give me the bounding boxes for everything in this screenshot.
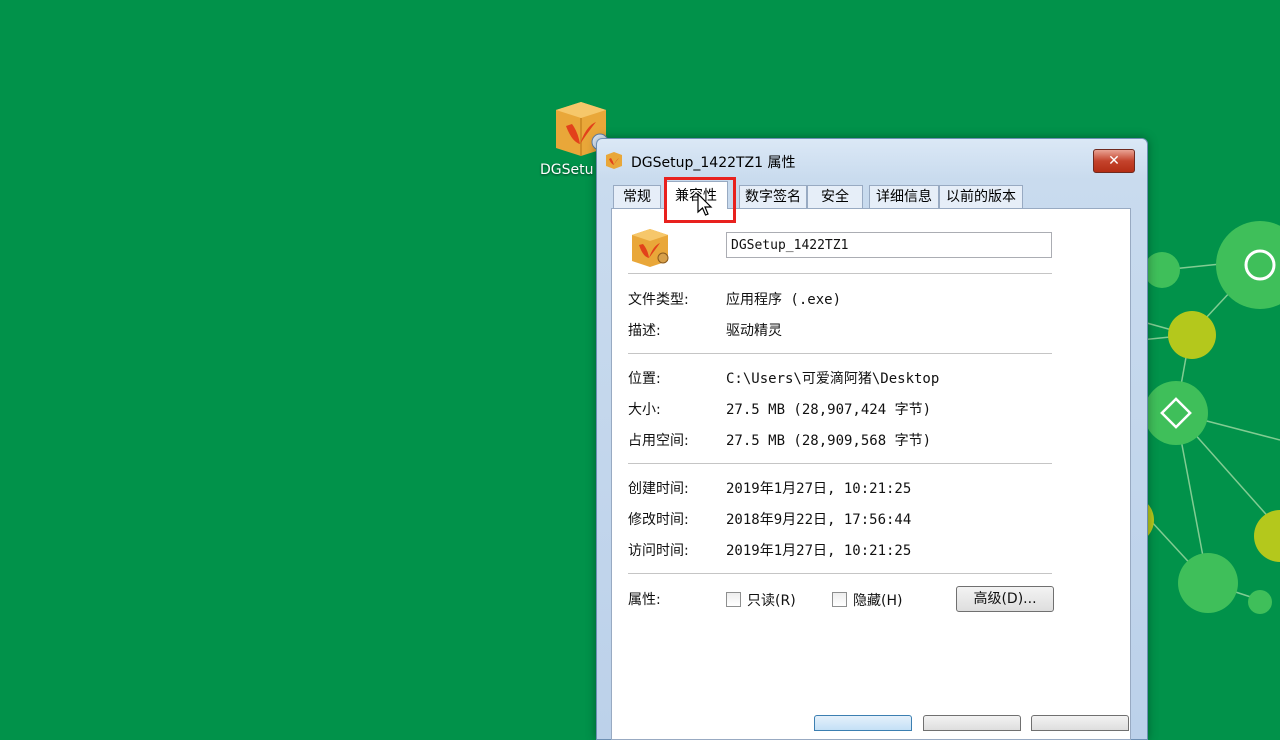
created-value: 2019年1月27日, 10:21:25 [726,481,912,497]
size-label: 大小: [628,402,661,418]
ok-button[interactable] [814,715,912,731]
created-label: 创建时间: [628,481,689,497]
properties-dialog: DGSetup_1422TZ1 属性 ✕ 常规 兼容性 数字签名 安全 详细信息… [596,138,1148,740]
dialog-title: DGSetup_1422TZ1 属性 [631,155,796,171]
general-panel: DGSetup_1422TZ1 文件类型: 应用程序 (.exe) 描述: 驱动… [611,208,1131,740]
title-bar[interactable]: DGSetup_1422TZ1 属性 ✕ [597,139,1147,179]
accessed-value: 2019年1月27日, 10:21:25 [726,543,912,559]
readonly-label: 只读(R) [747,593,796,609]
separator [628,463,1052,465]
close-button[interactable]: ✕ [1093,149,1135,173]
mouse-cursor-icon [697,193,713,216]
modified-value: 2018年9月22日, 17:56:44 [726,512,912,528]
location-value: C:\Users\可爱滴阿猪\Desktop [726,371,940,387]
apply-button[interactable] [1031,715,1129,731]
readonly-checkbox[interactable]: 只读(R) [726,590,796,610]
hidden-checkbox[interactable]: 隐藏(H) [832,590,902,610]
checkbox-box[interactable] [726,592,741,607]
tab-digital-signatures[interactable]: 数字签名 [739,185,807,208]
checkbox-box[interactable] [832,592,847,607]
file-name-input[interactable]: DGSetup_1422TZ1 [726,232,1052,258]
size-value: 27.5 MB (28,907,424 字节) [726,402,932,418]
attributes-label: 属性: [628,592,661,608]
separator [628,273,1052,275]
tab-general[interactable]: 常规 [613,185,661,208]
file-type-value: 应用程序 (.exe) [726,292,842,308]
size-on-disk-value: 27.5 MB (28,909,568 字节) [726,433,932,449]
tab-details[interactable]: 详细信息 [869,185,939,208]
description-value: 驱动精灵 [726,323,782,339]
description-label: 描述: [628,323,661,339]
file-type-label: 文件类型: [628,292,689,308]
size-on-disk-label: 占用空间: [628,433,689,449]
cancel-button[interactable] [923,715,1021,731]
location-label: 位置: [628,371,661,387]
tab-security[interactable]: 安全 [807,185,863,208]
tab-previous-versions[interactable]: 以前的版本 [939,185,1023,208]
modified-label: 修改时间: [628,512,689,528]
separator [628,353,1052,355]
installer-box-icon [632,229,669,267]
hidden-label: 隐藏(H) [853,593,903,609]
separator [628,573,1052,575]
advanced-button[interactable]: 高级(D)... [956,586,1054,612]
accessed-label: 访问时间: [628,543,689,559]
installer-box-icon [606,152,622,169]
